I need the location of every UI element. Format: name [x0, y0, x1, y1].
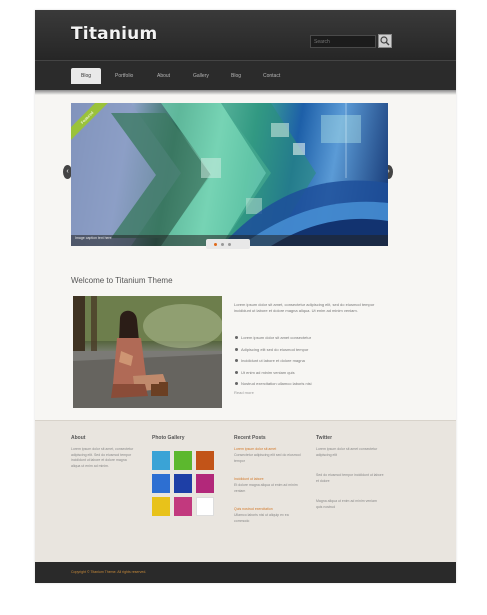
recent-post-title[interactable]: Quis nostrud exercitation	[234, 507, 302, 513]
nav-item-blog[interactable]: Blog	[231, 70, 241, 82]
recent-post-title[interactable]: Incididunt ut labore	[234, 477, 302, 483]
search-button[interactable]	[378, 34, 392, 48]
slider-pagination	[206, 239, 250, 249]
tweet-text: Magna aliqua ut enim ad minim veniam qui…	[316, 499, 377, 509]
gallery-thumb[interactable]	[196, 474, 214, 493]
gallery-thumb[interactable]	[152, 497, 170, 516]
recent-post-text: Et dolore magna aliqua ut enim ad minim …	[234, 483, 298, 493]
footer-recent-title: Recent Posts	[234, 435, 266, 441]
footer-twitter-title: Twitter	[316, 435, 333, 441]
gallery-thumb[interactable]	[174, 474, 192, 493]
search-icon	[380, 36, 390, 46]
featured-slider: Featured	[71, 103, 388, 246]
footer-about-title: About	[71, 435, 86, 441]
nav-item-contact[interactable]: Contact	[263, 70, 280, 82]
header: Titanium	[35, 10, 456, 60]
recent-post-text: Ullamco laboris nisi ut aliquip ex ea co…	[234, 513, 289, 523]
slider-dot-3[interactable]	[228, 243, 231, 246]
bottom-bar: Copyright © Titanium Theme. All rights r…	[35, 562, 456, 583]
copyright-text: Copyright © Titanium Theme. All rights r…	[71, 570, 147, 574]
welcome-intro: Lorem ipsum dolor sit amet, consectetur …	[234, 302, 375, 313]
gallery-thumb[interactable]	[152, 451, 170, 470]
search-input[interactable]	[310, 35, 376, 48]
list-item: Adipiscing elit sed do eiusmod tempor	[234, 344, 311, 356]
recent-post-title[interactable]: Lorem ipsum dolor sit amet	[234, 447, 302, 453]
welcome-heading: Welcome to Titanium Theme	[71, 276, 173, 285]
slider-dot-1[interactable]	[214, 243, 217, 246]
list-item: Incididunt ut labore et dolore magna	[234, 355, 311, 367]
nav-item-gallery[interactable]: Gallery	[193, 70, 209, 82]
list-item: Nostrud exercitation ullamco laboris nis…	[234, 378, 311, 390]
gallery-thumb[interactable]	[174, 451, 192, 470]
read-more-link[interactable]: Read more	[234, 390, 254, 395]
slider-caption: Image caption text here	[75, 236, 112, 240]
gallery-thumb[interactable]	[196, 451, 214, 470]
slider-artwork	[71, 103, 388, 246]
feature-list: Lorem ipsum dolor sit amet consectetur A…	[234, 332, 311, 390]
recent-post-text: Consectetur adipiscing elit sed do eiusm…	[234, 453, 301, 463]
page: Titanium Blog Portfolio About Gallery Bl…	[35, 10, 456, 583]
nav-item-portfolio[interactable]: Portfolio	[115, 70, 133, 82]
nav-shadow	[35, 90, 456, 95]
list-item: Ut enim ad minim veniam quis	[234, 367, 311, 379]
gallery-thumb[interactable]	[152, 474, 170, 493]
footer-gallery-title: Photo Gallery	[152, 435, 185, 441]
tweet-text: Lorem ipsum dolor sit amet consectetur a…	[316, 447, 378, 457]
tweet-text: Sed do eiusmod tempor incididunt ut labo…	[316, 473, 384, 483]
nav-item-about[interactable]: About	[157, 70, 170, 82]
main-nav: Blog Portfolio About Gallery Blog Contac…	[35, 60, 456, 90]
footer: About Lorem ipsum dolor sit amet, consec…	[35, 420, 456, 563]
welcome-photo	[73, 296, 222, 408]
footer-about-text: Lorem ipsum dolor sit amet, consectetur …	[71, 447, 134, 468]
gallery-thumb[interactable]	[196, 497, 214, 516]
slider-dot-2[interactable]	[221, 243, 224, 246]
woman-photo-image	[73, 296, 222, 408]
nav-item-blog-active[interactable]: Blog	[71, 68, 102, 84]
list-item: Lorem ipsum dolor sit amet consectetur	[234, 332, 311, 344]
site-logo[interactable]: Titanium	[71, 24, 157, 44]
gallery-thumb[interactable]	[174, 497, 192, 516]
